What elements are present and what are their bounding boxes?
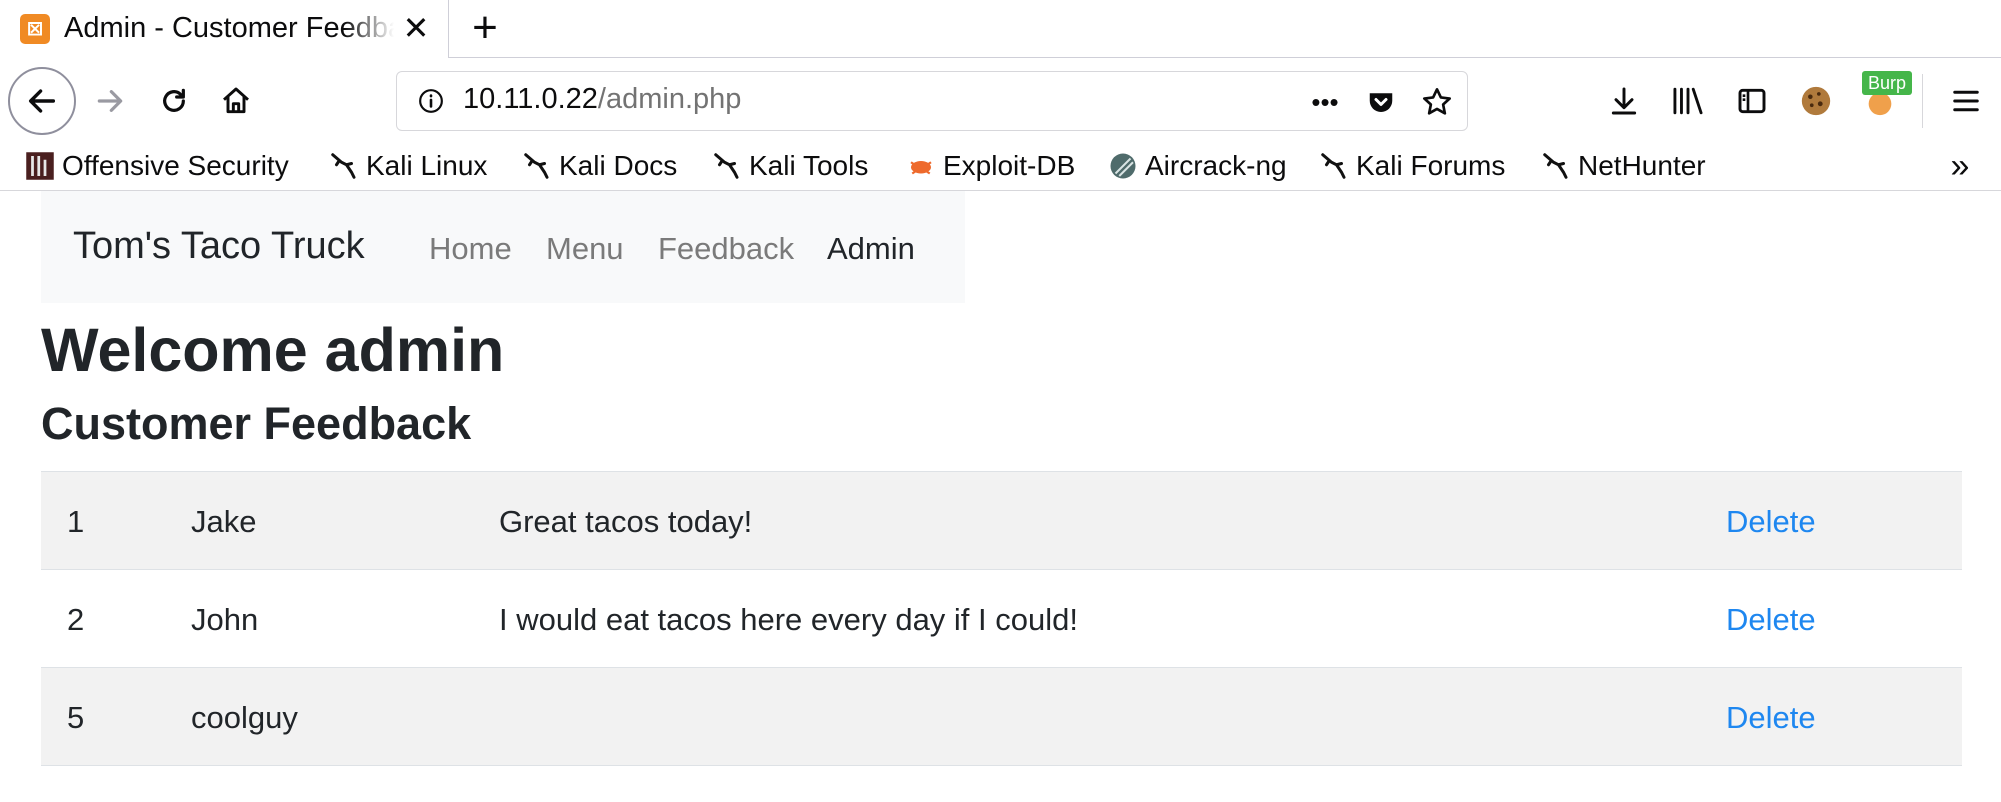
bookmark-label: Exploit-DB [943,150,1076,181]
site-brand[interactable]: Tom's Taco Truck [73,225,365,268]
bookmark-label: Aircrack-ng [1145,150,1287,181]
url-path: /admin.php [597,83,742,115]
reload-icon[interactable] [148,75,200,127]
xampp-favicon-icon: ⊠ [20,14,50,44]
aircrack-icon [1107,150,1139,182]
kali-dragon-icon [1318,150,1350,182]
bookmark-exploit-db[interactable]: Exploit-DB [905,146,1075,186]
hamburger-menu-icon[interactable] [1940,75,1992,127]
url-text[interactable]: 10.11.0.22/admin.php [463,83,741,116]
site-navbar: Tom's Taco Truck Home Menu Feedback Admi… [41,191,965,303]
bookmark-kali-docs[interactable]: Kali Docs [521,146,677,186]
browser-tab-active[interactable]: ⊠ Admin - Customer Feedback ✕ [0,0,449,59]
nav-link-home[interactable]: Home [429,231,512,267]
bookmark-offensive-security[interactable]: Offensive Security [24,146,289,186]
bookmarks-toolbar: Offensive Security Kali Linux Kali Docs … [0,144,2001,191]
feedback-message: Great tacos today! [499,504,753,539]
offsec-icon [24,150,56,182]
new-tab-button[interactable]: + [465,4,505,52]
tab-close-icon[interactable]: ✕ [400,10,432,46]
kali-dragon-icon [711,150,743,182]
feedback-table: 1 Jake Great tacos today! Delete 2 John … [41,471,1962,766]
feedback-id: 2 [67,602,85,637]
nav-link-menu[interactable]: Menu [546,231,624,267]
bookmark-aircrack-ng[interactable]: Aircrack-ng [1107,146,1287,186]
address-bar[interactable]: 10.11.0.22/admin.php ••• [396,71,1468,131]
bookmark-label: Kali Forums [1356,150,1506,181]
nav-link-feedback[interactable]: Feedback [658,231,794,267]
section-title: Customer Feedback [41,398,472,449]
toolbar-separator [1922,74,1923,128]
feedback-id: 1 [67,504,85,539]
bookmark-label: NetHunter [1578,150,1706,181]
feedback-name: John [191,602,259,637]
bookmark-label: Kali Tools [749,150,869,181]
pocket-icon[interactable] [1361,82,1401,122]
burp-icon[interactable]: Burp [1854,71,1913,127]
nav-link-admin[interactable]: Admin [827,231,915,267]
library-icon[interactable] [1662,75,1714,127]
delete-link[interactable]: Delete [1726,504,1816,540]
table-row: 5 coolguy Delete [41,668,1962,766]
info-icon[interactable] [415,85,447,117]
kali-dragon-icon [521,150,553,182]
burp-badge: Burp [1862,71,1913,95]
table-row: 2 John I would eat tacos here every day … [41,570,1962,668]
kali-dragon-icon [1540,150,1572,182]
bookmark-label: Kali Docs [559,150,678,181]
star-icon[interactable] [1417,82,1457,122]
url-host: 10.11.0.22 [463,83,598,115]
tab-strip: ⊠ Admin - Customer Feedback ✕ + [0,0,2001,59]
back-arrow-icon[interactable] [8,67,76,135]
tab-title: Admin - Customer Feedback [64,12,394,44]
page-title: Welcome admin [41,316,505,384]
kali-dragon-icon [328,150,360,182]
download-icon[interactable] [1598,75,1650,127]
cookie-icon[interactable] [1790,75,1842,127]
bookmark-nethunter[interactable]: NetHunter [1540,146,1706,186]
feedback-id: 5 [67,700,85,735]
navigation-toolbar: 10.11.0.22/admin.php ••• Burp [0,58,2001,144]
exploitdb-bug-icon [905,150,937,182]
bookmark-label: Offensive Security [62,150,289,181]
bookmark-kali-forums[interactable]: Kali Forums [1318,146,1505,186]
home-icon[interactable] [210,75,262,127]
delete-link[interactable]: Delete [1726,602,1816,638]
feedback-message: I would eat tacos here every day if I co… [499,602,1078,637]
page-actions-icon[interactable]: ••• [1305,82,1345,122]
feedback-name: Jake [191,504,257,539]
delete-link[interactable]: Delete [1726,700,1816,736]
forward-arrow-icon[interactable] [84,75,136,127]
bookmark-kali-tools[interactable]: Kali Tools [711,146,868,186]
table-row: 1 Jake Great tacos today! Delete [41,472,1962,570]
bookmark-kali-linux[interactable]: Kali Linux [328,146,487,186]
sidebar-icon[interactable] [1726,75,1778,127]
bookmarks-overflow-icon[interactable]: » [1940,146,1980,186]
bookmark-label: Kali Linux [366,150,488,181]
feedback-name: coolguy [191,700,298,735]
